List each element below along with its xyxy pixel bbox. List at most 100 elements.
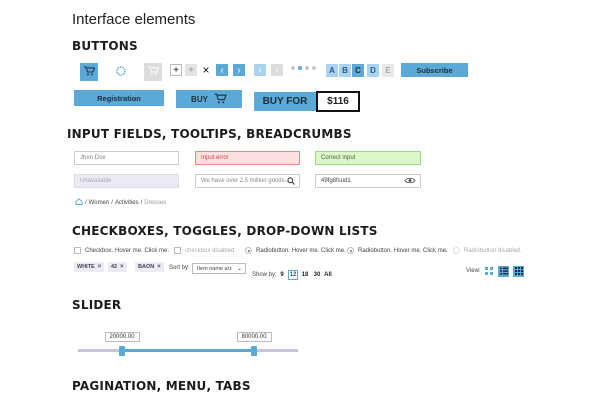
grid-icon (484, 266, 493, 277)
search-icon[interactable] (287, 177, 295, 187)
radio-label: Radiobutton. Hover me. Click me. (256, 247, 346, 254)
show-by-option-12[interactable]: 12 (288, 270, 298, 280)
loading-button[interactable] (112, 63, 130, 81)
show-by-label: Show by: (252, 272, 277, 278)
checkbox-box[interactable] (74, 247, 81, 254)
breadcrumb-separator: / (140, 199, 143, 206)
checkboxes-heading: CHECKBOXES, TOGGLES, DROP-DOWN LISTS (72, 224, 378, 238)
plus-button-disabled: + (185, 64, 197, 76)
tag-label: 42 (111, 264, 118, 270)
tile-view-button[interactable] (513, 266, 524, 277)
search-placeholder: We have over 2.5 million goods... (201, 178, 290, 184)
plus-icon: + (173, 64, 179, 76)
close-icon[interactable]: × (120, 264, 124, 270)
chevron-left-icon: ‹ (258, 64, 262, 76)
carousel-dot[interactable] (305, 66, 309, 70)
password-input[interactable]: 49fg8fsud1 (315, 174, 421, 188)
show-by-option-30[interactable]: 30 (312, 270, 322, 280)
plus-icon: + (188, 64, 194, 76)
view-label: View: (466, 268, 481, 274)
close-icon[interactable]: × (98, 264, 102, 270)
list-icon (499, 267, 508, 277)
eye-icon[interactable] (404, 177, 416, 186)
slider-heading: SLIDER (72, 298, 122, 312)
filter-tag-42[interactable]: 42 × (108, 262, 127, 272)
carousel-dot-active[interactable] (298, 66, 302, 70)
radio-circle[interactable] (245, 247, 252, 254)
filter-tag-baon[interactable]: BAON × (135, 262, 164, 272)
cart-icon (214, 93, 227, 106)
carousel-dot[interactable] (291, 66, 295, 70)
close-button[interactable]: × (200, 63, 212, 77)
subscribe-button[interactable]: Subscribe (401, 63, 468, 77)
sort-select[interactable]: Item name a/z ⌄ (192, 263, 246, 274)
slider-track[interactable] (78, 349, 298, 352)
cart-icon (83, 66, 95, 78)
radiobutton[interactable]: Radiobutton. Hover me. Click me. (245, 247, 346, 254)
close-icon[interactable]: × (157, 264, 161, 270)
letter-button-a[interactable]: A (326, 64, 338, 77)
chevron-left-icon: ‹ (220, 64, 224, 76)
radiobutton[interactable]: Radiobutton. Hover me. Click me. (347, 247, 448, 254)
breadcrumb-women[interactable]: Women (89, 200, 110, 206)
buy-button[interactable]: BUY (176, 90, 242, 108)
search-input[interactable]: We have over 2.5 million goods... (195, 174, 300, 188)
checkbox[interactable]: Checkbox. Hover me. Click me. (74, 247, 169, 254)
breadcrumb-dresses: Dresses (144, 199, 167, 206)
sort-value: Item name a/z (197, 265, 232, 272)
password-value: 49fg8fsud1 (321, 178, 351, 184)
correct-input[interactable]: Correct input (315, 151, 421, 165)
breadcrumb: / Women / Activities / Dresses (75, 198, 166, 207)
breadcrumb-separator: / (85, 199, 87, 206)
cart-button[interactable] (80, 63, 98, 81)
registration-button[interactable]: Registration (74, 90, 164, 106)
name-input[interactable]: Jhon Doe (74, 151, 179, 165)
radio-circle[interactable] (347, 247, 354, 254)
list-view-button[interactable] (498, 266, 509, 277)
chevron-right-icon: › (237, 64, 241, 76)
tag-label: WHITE (77, 264, 95, 270)
plus-button[interactable]: + (170, 64, 182, 76)
price-label: $116 (316, 91, 360, 112)
letter-button-e: E (382, 64, 394, 77)
close-icon: × (202, 63, 210, 77)
slider-max-handle[interactable] (251, 346, 257, 356)
letter-button-b[interactable]: B (339, 64, 351, 77)
error-input[interactable]: Input error (195, 151, 300, 165)
slider-range (122, 349, 254, 352)
chevron-down-icon: ⌄ (236, 266, 242, 272)
letter-button-d[interactable]: D (367, 64, 379, 77)
letter-button-c[interactable]: C (352, 64, 364, 77)
tag-label: BAON (138, 264, 155, 270)
buy-label: BUY (191, 94, 208, 104)
breadcrumb-activities[interactable]: Activities (115, 200, 139, 206)
grid-view-button[interactable] (483, 266, 494, 277)
inputs-heading: INPUT FIELDS, TOOLTIPS, BREADCRUMBS (67, 127, 352, 141)
cart-button-disabled (144, 63, 162, 81)
prev-button[interactable]: ‹ (216, 64, 228, 76)
radio-circle (453, 247, 460, 254)
radio-label: Radiobutton disabled. (464, 247, 523, 254)
pagination-heading: PAGINATION, MENU, TABS (72, 379, 251, 393)
checkbox-label: checkbox disabled (185, 247, 235, 254)
show-by-option-all[interactable]: All (323, 270, 333, 280)
slider-max-value[interactable]: 80000.00 (236, 332, 272, 342)
sort-label: Sort by: (169, 265, 190, 271)
page-title: Interface elements (72, 11, 196, 28)
tiles-icon (514, 266, 523, 277)
radio-label: Radiobutton. Hover me. Click me. (358, 247, 448, 254)
filter-tag-white[interactable]: WHITE × (74, 262, 105, 272)
show-by-option-9[interactable]: 9 (277, 270, 287, 280)
spinner-icon (115, 65, 127, 79)
buy-for-button[interactable]: BUY FOR (254, 92, 316, 111)
slider-min-handle[interactable] (119, 346, 125, 356)
unavailable-input: Unavailable (74, 174, 179, 188)
next-button[interactable]: › (233, 64, 245, 76)
slider-min-value[interactable]: 20000.00 (104, 332, 140, 342)
prev-button-light[interactable]: ‹ (254, 64, 266, 76)
carousel-dot[interactable] (312, 66, 316, 70)
home-icon[interactable] (75, 198, 83, 207)
show-by-option-18[interactable]: 18 (300, 270, 310, 280)
chevron-right-icon: › (275, 64, 279, 76)
breadcrumb-separator: / (111, 199, 113, 206)
